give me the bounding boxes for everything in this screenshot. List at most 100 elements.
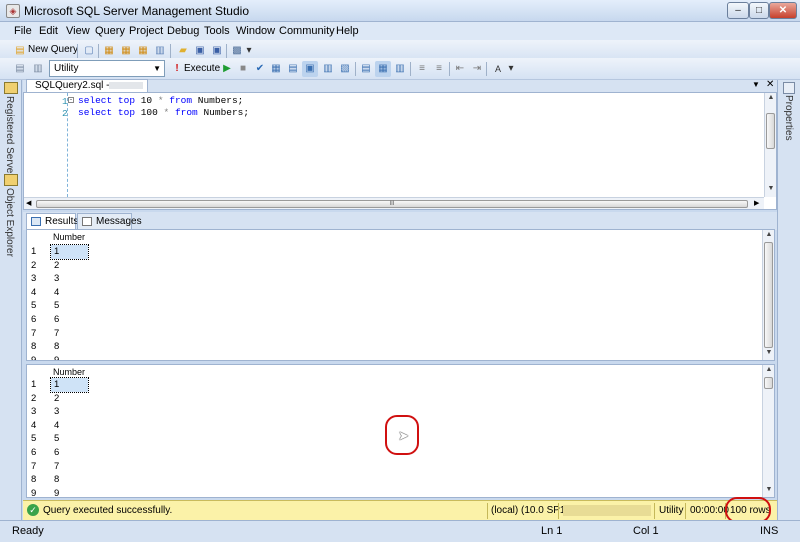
grid-1-vscrollbar[interactable]: ▲ ▼ xyxy=(762,230,774,360)
row-number[interactable]: 1 xyxy=(27,245,49,259)
specify-values-icon[interactable]: A xyxy=(490,61,506,77)
results-to-grid-icon[interactable]: ▣ xyxy=(302,61,318,77)
minimize-button[interactable]: – xyxy=(727,2,749,19)
results-grid-toggle-icon[interactable]: ▦ xyxy=(375,61,391,77)
editor-hscrollbar[interactable]: ◀ III ▶ xyxy=(24,197,764,209)
menu-edit[interactable]: Edit xyxy=(39,25,58,37)
activity-monitor-icon[interactable]: ▩ xyxy=(229,43,245,59)
row-number[interactable]: 7 xyxy=(27,459,49,474)
row-number[interactable]: 9 xyxy=(27,353,49,360)
cancel-query-icon[interactable]: ■ xyxy=(235,61,251,77)
grid-cell[interactable]: 7 xyxy=(51,327,88,341)
scroll-thumb[interactable] xyxy=(764,242,773,348)
new-query-icon[interactable]: ▤ xyxy=(12,43,28,59)
grid-cell[interactable]: 1 xyxy=(50,377,89,393)
display-plan-icon[interactable]: ▦ xyxy=(268,61,284,77)
menu-debug[interactable]: Debug xyxy=(167,25,199,37)
row-number[interactable]: 8 xyxy=(27,340,49,354)
save-icon[interactable]: ▣ xyxy=(192,43,208,59)
debug-play-icon[interactable]: ▶ xyxy=(219,61,235,77)
grid-2-vscrollbar[interactable]: ▲ ▼ xyxy=(762,365,774,497)
parse-check-icon[interactable]: ✔ xyxy=(252,61,268,77)
tab-sqlquery2[interactable]: SQLQuery2.sql - xyxy=(26,79,148,92)
uncomment-icon[interactable]: ≡ xyxy=(431,61,447,77)
menu-help[interactable]: Help xyxy=(336,25,359,37)
grid-cell[interactable]: 6 xyxy=(51,446,88,460)
scroll-thumb[interactable]: III xyxy=(36,200,748,208)
row-number[interactable]: 2 xyxy=(27,391,49,406)
properties-tab[interactable]: Properties xyxy=(783,95,794,141)
menu-view[interactable]: View xyxy=(66,25,90,37)
scroll-up-icon[interactable]: ▲ xyxy=(764,231,774,238)
menu-tools[interactable]: Tools xyxy=(204,25,230,37)
db-engine-query-icon[interactable]: ▦ xyxy=(101,43,117,59)
tab-results[interactable]: Results xyxy=(26,213,78,229)
row-number[interactable]: 7 xyxy=(27,326,49,341)
client-stats-icon[interactable]: ▧ xyxy=(337,61,353,77)
change-connection-icon[interactable]: ▥ xyxy=(30,61,46,77)
xmla-query-icon[interactable]: ▥ xyxy=(152,43,168,59)
menu-file[interactable]: File xyxy=(14,25,32,37)
scroll-down-icon[interactable]: ▼ xyxy=(766,185,776,192)
grid-cell[interactable]: 8 xyxy=(51,473,88,487)
include-plan-icon[interactable]: ▥ xyxy=(320,61,336,77)
execute-icon[interactable]: ! xyxy=(172,61,182,77)
row-number[interactable]: 3 xyxy=(27,272,49,286)
decrease-indent-icon[interactable]: ⇤ xyxy=(452,61,468,77)
results-grid-2[interactable]: Number 1 1 2 2 3 3 4 4 5 5 6 6 7 7 8 8 9… xyxy=(26,364,775,498)
execute-button[interactable]: Execute xyxy=(184,63,220,74)
grid-cell[interactable]: 7 xyxy=(51,460,88,474)
scroll-thumb[interactable] xyxy=(764,377,773,389)
grid-cell[interactable]: 9 xyxy=(51,354,88,360)
row-number[interactable]: 8 xyxy=(27,473,49,487)
results-to-file-icon[interactable]: ▥ xyxy=(392,61,408,77)
menu-project[interactable]: Project xyxy=(129,25,163,37)
row-number[interactable]: 1 xyxy=(27,378,49,392)
increase-indent-icon[interactable]: ⇥ xyxy=(469,61,485,77)
row-number[interactable]: 9 xyxy=(27,486,49,497)
grid-cell[interactable]: 9 xyxy=(51,487,88,497)
row-number[interactable]: 6 xyxy=(27,446,49,460)
open-folder-icon[interactable]: ▰ xyxy=(175,43,191,59)
scroll-thumb[interactable] xyxy=(766,113,775,149)
close-tab-icon[interactable]: ✕ xyxy=(766,79,774,90)
save-all-icon[interactable]: ▣ xyxy=(209,43,225,59)
database-select[interactable]: Utility ▼ xyxy=(49,60,165,77)
row-number[interactable]: 2 xyxy=(27,258,49,273)
query-editor[interactable]: 1 2 - select top 10 * from Numbers; sele… xyxy=(23,92,777,210)
row-number[interactable]: 3 xyxy=(27,405,49,419)
scroll-down-icon[interactable]: ▼ xyxy=(764,486,774,493)
row-number[interactable]: 5 xyxy=(27,432,49,446)
scroll-down-icon[interactable]: ▼ xyxy=(764,349,774,356)
row-number[interactable]: 4 xyxy=(27,285,49,300)
tab-messages[interactable]: Messages xyxy=(77,213,142,229)
registered-servers-tab[interactable]: Registered Servers xyxy=(4,96,15,182)
grid-cell[interactable]: 8 xyxy=(51,340,88,354)
results-grid-1[interactable]: Number 1 1 2 2 3 3 4 4 5 5 6 6 7 7 8 8 9… xyxy=(26,229,775,361)
query-designer-icon[interactable]: ▤ xyxy=(285,61,301,77)
maximize-button[interactable]: □ xyxy=(749,2,769,19)
grid-cell[interactable]: 3 xyxy=(51,272,88,286)
new-file-icon[interactable]: ▢ xyxy=(81,43,97,59)
row-number[interactable]: 5 xyxy=(27,299,49,313)
scroll-up-icon[interactable]: ▲ xyxy=(766,94,776,101)
close-button[interactable]: ✕ xyxy=(769,2,797,19)
column-header[interactable]: Number xyxy=(53,231,93,245)
scroll-left-icon[interactable]: ◀ xyxy=(26,199,31,207)
tab-dropdown-icon[interactable]: ▼ xyxy=(752,80,760,89)
row-number[interactable]: 6 xyxy=(27,313,49,327)
grid-cell[interactable]: 2 xyxy=(51,259,88,273)
row-number[interactable]: 4 xyxy=(27,418,49,433)
toolbar-overflow-icon[interactable]: ▾ xyxy=(506,61,516,77)
grid-cell[interactable]: 3 xyxy=(51,405,88,419)
dmx-query-icon[interactable]: ▦ xyxy=(135,43,151,59)
scroll-up-icon[interactable]: ▲ xyxy=(764,366,774,373)
object-explorer-tab[interactable]: Object Explorer xyxy=(4,188,15,257)
grid-cell[interactable]: 4 xyxy=(51,419,88,433)
collapse-icon[interactable]: - xyxy=(68,97,74,103)
scroll-right-icon[interactable]: ▶ xyxy=(754,199,759,207)
comment-icon[interactable]: ≡ xyxy=(414,61,430,77)
grid-cell[interactable]: 5 xyxy=(51,299,88,313)
menu-community[interactable]: Community xyxy=(279,25,335,37)
menu-window[interactable]: Window xyxy=(236,25,275,37)
